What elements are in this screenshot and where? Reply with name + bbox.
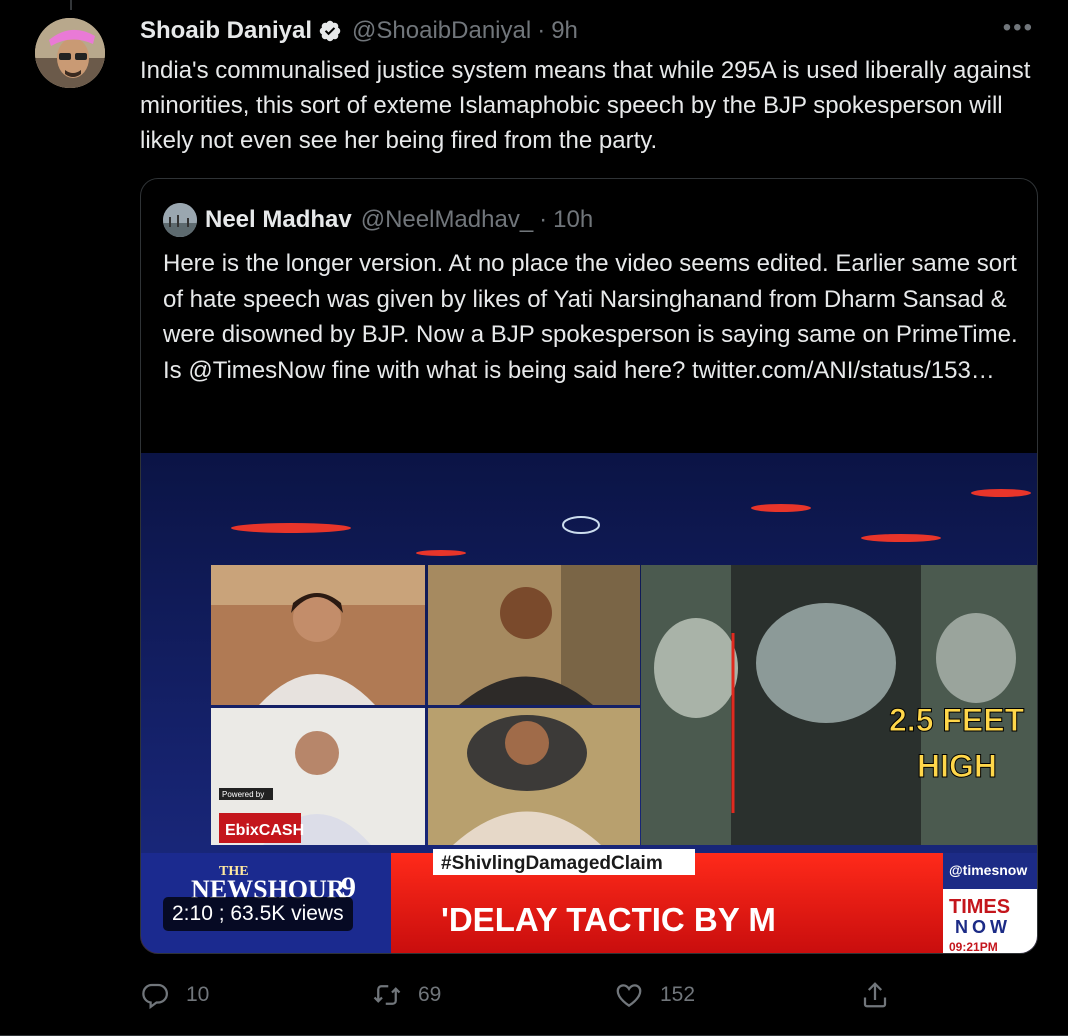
quoted-tweet-text: Here is the longer version. At no place … — [163, 250, 1018, 384]
video-duration-views-badge: 2:10 ; 63.5K views — [163, 897, 353, 931]
quoted-video-player[interactable]: EbixCASH Powered by 2.5 FEET HIGH #Shivl… — [141, 453, 1037, 954]
quoted-tweet-header: Neel Madhav @NeelMadhav_ · 10h — [163, 203, 593, 237]
author-avatar[interactable] — [35, 18, 105, 88]
author-name[interactable]: Shoaib Daniyal — [140, 17, 312, 45]
tweet-action-bar: 10 69 152 — [140, 975, 900, 1015]
sponsor-logo-text: EbixCASH — [225, 822, 304, 839]
like-count: 152 — [660, 983, 696, 1006]
channel-now: NOW — [955, 917, 1011, 937]
video-measure-line2: HIGH — [917, 748, 997, 784]
video-measure-line1: 2.5 FEET — [889, 702, 1025, 738]
channel-handle: @timesnow — [949, 862, 1027, 878]
tweet-timestamp[interactable]: 9h — [551, 17, 578, 45]
quoted-tweet-timestamp: 10h — [553, 206, 594, 233]
reply-button[interactable]: 10 — [140, 975, 209, 1015]
video-frame: EbixCASH Powered by 2.5 FEET HIGH #Shivl… — [141, 453, 1037, 954]
quoted-tweet-card[interactable]: Neel Madhav @NeelMadhav_ · 10h Here is t… — [140, 178, 1038, 954]
channel-clock: 09:21PM — [949, 940, 998, 954]
retweet-button[interactable]: 69 — [372, 975, 441, 1015]
video-headline: 'DELAY TACTIC BY M — [441, 901, 776, 938]
share-button[interactable] — [860, 975, 906, 1015]
retweet-count: 69 — [418, 983, 442, 1006]
verified-badge-icon — [318, 19, 342, 43]
quoted-author-handle: @NeelMadhav_ — [360, 206, 534, 233]
header-separator: · — [537, 17, 546, 44]
tweet-text: India's communalised justice system mean… — [140, 57, 1031, 154]
reply-count: 10 — [186, 983, 210, 1006]
quoted-author-avatar — [163, 203, 197, 237]
quoted-author-name: Neel Madhav — [205, 206, 352, 233]
quoted-header-separator: · — [539, 206, 548, 233]
tweet-header: Shoaib Daniyal @ShoaibDaniyal · 9h ••• — [140, 14, 1038, 48]
share-icon — [863, 982, 887, 1008]
like-button[interactable]: 152 — [614, 975, 695, 1015]
video-hashtag: #ShivlingDamagedClaim — [441, 853, 663, 874]
retweet-icon — [373, 985, 401, 1005]
channel-times: TIMES — [949, 896, 1010, 918]
more-options-icon[interactable]: ••• — [1003, 14, 1034, 42]
heart-icon — [616, 984, 642, 1007]
author-avatar-image — [35, 18, 105, 88]
author-handle[interactable]: @ShoaibDaniyal — [352, 17, 531, 45]
reply-icon — [142, 983, 169, 1010]
thread-connector-line — [70, 0, 72, 10]
powered-by-label: Powered by — [222, 790, 264, 799]
